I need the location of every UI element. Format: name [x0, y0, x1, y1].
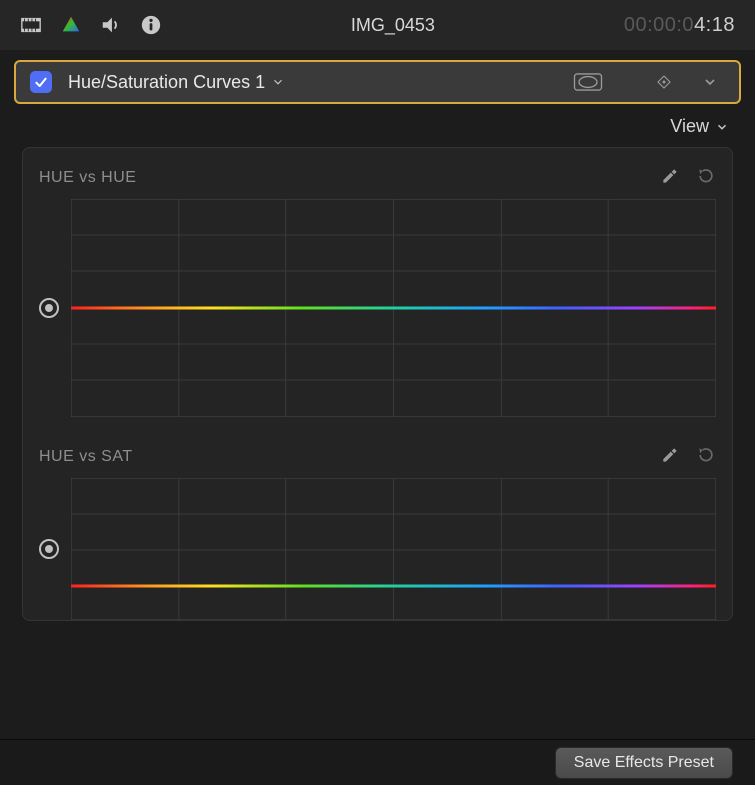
footer: Save Effects Preset — [0, 739, 755, 785]
view-dropdown[interactable]: View — [670, 116, 729, 137]
eyedropper-icon[interactable] — [660, 445, 680, 468]
keyframe-icon[interactable] — [649, 73, 679, 91]
color-icon[interactable] — [60, 14, 82, 36]
reset-icon[interactable] — [696, 166, 716, 189]
clip-title: IMG_0453 — [180, 15, 606, 36]
curve-graph-hue-vs-hue[interactable] — [71, 199, 716, 417]
effect-name-dropdown[interactable]: Hue/Saturation Curves 1 — [68, 72, 285, 93]
view-label: View — [670, 116, 709, 137]
curve-line[interactable] — [71, 307, 716, 310]
effect-menu-chevron[interactable] — [695, 74, 725, 90]
curve-graph-hue-vs-sat[interactable] — [71, 478, 716, 620]
timecode-bright: 4:18 — [694, 14, 735, 36]
filmstrip-icon[interactable] — [20, 14, 42, 36]
curve-section-hue-vs-sat: HUE vs SAT — [39, 445, 716, 620]
curve-title: HUE vs SAT — [39, 448, 660, 466]
volume-icon[interactable] — [100, 14, 122, 36]
effect-enable-checkbox[interactable] — [30, 71, 52, 93]
curve-section-hue-vs-hue: HUE vs HUE — [39, 166, 716, 417]
timecode-dim: 00:00:0 — [624, 14, 694, 36]
effect-name-label: Hue/Saturation Curves 1 — [68, 72, 265, 93]
eyedropper-icon[interactable] — [660, 166, 680, 189]
curves-panel: HUE vs HUE — [22, 147, 733, 621]
timecode: 00:00:04:18 — [624, 14, 735, 37]
curve-title: HUE vs HUE — [39, 169, 660, 187]
mask-icon[interactable] — [573, 73, 603, 91]
inspector-tabs: IMG_0453 00:00:04:18 — [0, 0, 755, 50]
effect-row[interactable]: Hue/Saturation Curves 1 — [14, 60, 741, 104]
info-icon[interactable] — [140, 14, 162, 36]
curve-control-point[interactable] — [39, 298, 59, 318]
chevron-down-icon — [271, 75, 285, 89]
curve-control-point[interactable] — [39, 539, 59, 559]
chevron-down-icon — [715, 120, 729, 134]
reset-icon[interactable] — [696, 445, 716, 468]
save-effects-preset-button[interactable]: Save Effects Preset — [555, 747, 733, 779]
curve-line[interactable] — [71, 584, 716, 587]
